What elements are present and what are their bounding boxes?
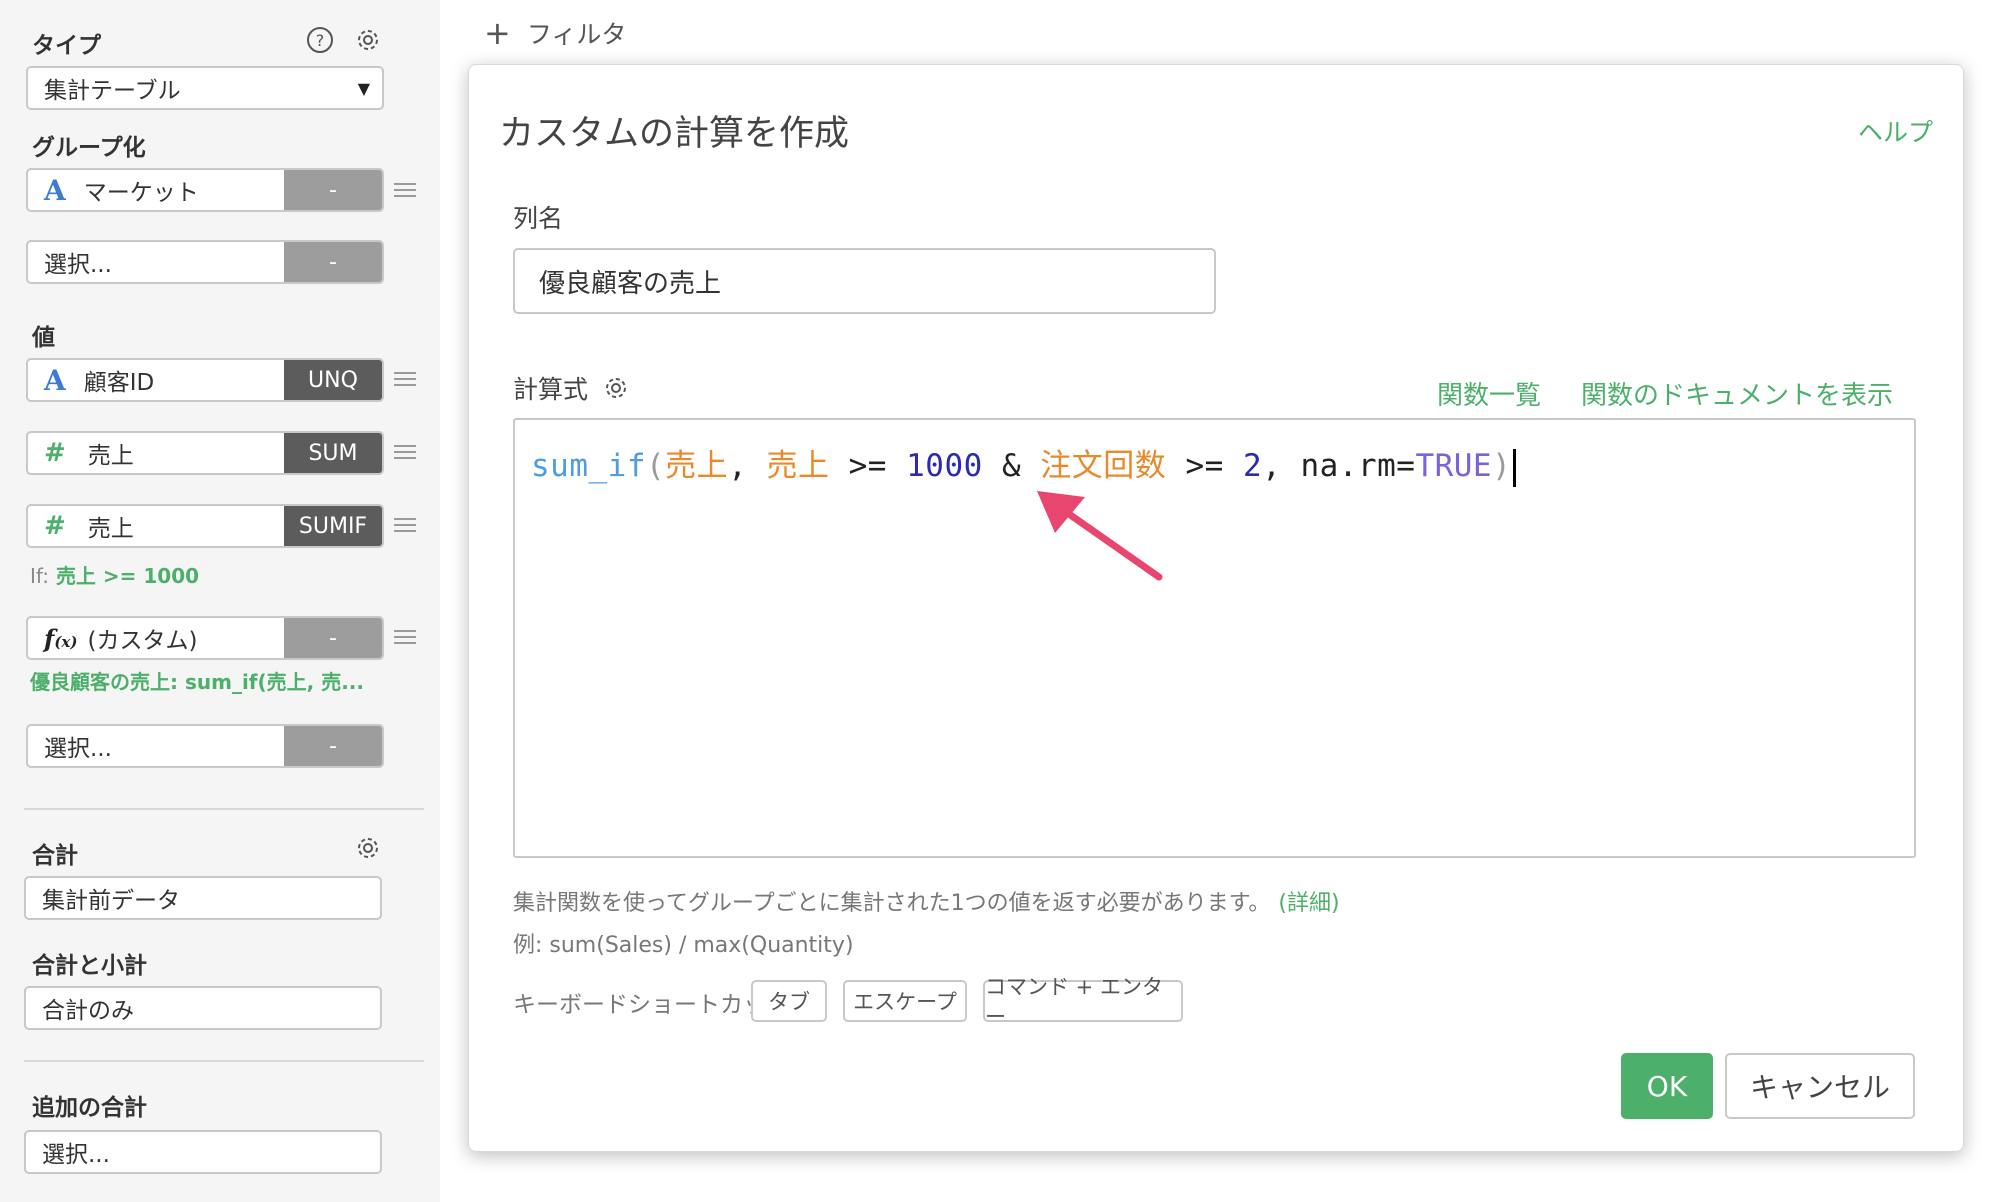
code-operator: >= [829,448,907,484]
if-condition: 売上 >= 1000 [55,564,200,588]
gear-icon[interactable] [602,374,630,402]
formula-example: 例: sum(Sales) / max(Quantity) [513,933,854,958]
type-select[interactable]: 集計テーブル ▼ [26,66,384,110]
code-argument: , na.rm= [1262,448,1416,484]
total-title: 合計 [32,843,78,869]
extra-total-title: 追加の合計 [32,1095,147,1121]
group-title: グループ化 [32,135,146,161]
drag-handle-icon[interactable] [394,445,416,459]
group-select-label: 選択... [44,252,112,278]
if-prefix: If: [30,564,49,588]
gear-icon[interactable] [354,834,382,862]
code-paren-close: ) [1492,448,1512,484]
group-select-item[interactable]: 選択... - [26,240,384,284]
group-item-market[interactable]: A マーケット - [26,168,384,212]
code-number: 2 [1242,448,1263,484]
value-item-label: 顧客ID [83,370,155,396]
code-operator: & [982,448,1041,484]
drag-handle-icon[interactable] [394,630,416,644]
divider [24,808,424,810]
value-agg-button[interactable]: SUM [284,433,382,473]
extra-total-select[interactable]: 選択... [24,1130,382,1174]
code-operator: >= [1166,448,1243,484]
formula-label-row: 計算式 [513,370,630,406]
ok-button[interactable]: OK [1621,1053,1713,1119]
filter-label: フィルタ [526,20,627,49]
function-icon: f(x) [44,623,78,653]
code-column: 売上 [665,448,729,484]
formula-code[interactable]: sum_if(売上, 売上 >= 1000 & 注文回数 >= 2, na.rm… [531,440,1517,487]
value-select-item[interactable]: 選択... - [26,724,384,768]
code-number: 1000 [906,448,983,484]
custom-formula-hint: 優良顧客の売上: sum_if(売上, 売... [30,670,364,694]
text-type-icon: A [44,363,66,397]
divider [24,1060,424,1062]
total-select[interactable]: 集計前データ [24,876,382,920]
add-filter-button[interactable]: + フィルタ [484,14,626,52]
details-link[interactable]: (詳細) [1278,891,1339,916]
code-separator: , [728,448,767,484]
group-item-label: マーケット [83,180,199,206]
value-item-label: 売上 [87,516,134,542]
shortcut-tab[interactable]: タブ [751,980,827,1022]
function-list-link[interactable]: 関数一覧 [1437,375,1541,412]
number-type-icon: # [44,438,66,468]
type-title: タイプ [32,33,101,59]
value-select-label: 選択... [44,736,112,762]
column-name-input[interactable]: 優良顧客の売上 [513,248,1216,314]
column-name-label: 列名 [513,204,564,233]
value-title: 値 [32,325,55,351]
subtotal-title: 合計と小計 [32,953,147,979]
custom-calc-dialog: カスタムの計算を作成 ヘルプ 列名 優良顧客の売上 計算式 関数一覧 関数のドキ… [468,64,1964,1152]
gear-icon[interactable] [354,26,382,54]
value-item-customer-id[interactable]: A 顧客ID UNQ [26,358,384,402]
drag-handle-icon[interactable] [394,518,416,532]
svg-text:?: ? [316,31,325,50]
function-docs-link[interactable]: 関数のドキュメントを表示 [1581,375,1893,412]
value-item-sales-sumif[interactable]: # 売上 SUMIF [26,504,384,548]
plus-icon: + [484,14,511,52]
group-select-agg[interactable]: - [284,242,382,282]
code-keyword: TRUE [1415,448,1493,484]
drag-handle-icon[interactable] [394,183,416,197]
dialog-title: カスタムの計算を作成 [499,114,850,154]
subtotal-select[interactable]: 合計のみ [24,986,382,1030]
sumif-condition: If: 売上 >= 1000 [30,560,199,589]
number-type-icon: # [44,511,66,541]
value-agg-button[interactable]: SUMIF [284,506,382,546]
value-agg-button[interactable]: UNQ [284,360,382,400]
value-select-agg[interactable]: - [284,726,382,766]
text-cursor [1513,448,1517,487]
shortcut-cmd-enter[interactable]: コマンド + エンター [983,975,1183,1029]
left-panel: タイプ ? 集計テーブル ▼ グループ化 A マーケット - 選択... - 値 … [0,0,440,1202]
text-type-icon: A [44,173,66,207]
description-text: 集計関数を使ってグループごとに集計された1つの値を返す必要があります。 [513,891,1271,916]
value-item-label: (カスタム) [87,628,198,654]
help-circle-icon[interactable]: ? [306,26,334,54]
chevron-down-icon: ▼ [357,78,370,98]
annotation-arrow-icon [1037,491,1163,581]
value-item-sales-sum[interactable]: # 売上 SUM [26,431,384,475]
shortcut-escape[interactable]: エスケープ [843,980,967,1022]
formula-description: 集計関数を使ってグループごとに集計された1つの値を返す必要があります。 (詳細) [513,885,1340,917]
group-agg-button[interactable]: - [284,170,382,210]
code-column: 注文回数 [1040,448,1167,484]
cancel-button[interactable]: キャンセル [1725,1053,1915,1119]
value-agg-button[interactable]: - [284,618,382,658]
drag-handle-icon[interactable] [394,372,416,386]
code-paren-open: ( [645,448,666,484]
code-function: sum_if [531,448,646,484]
code-column: 売上 [766,448,830,484]
formula-label: 計算式 [513,375,589,404]
formula-editor[interactable]: sum_if(売上, 売上 >= 1000 & 注文回数 >= 2, na.rm… [513,418,1916,858]
value-item-label: 売上 [87,443,134,469]
value-item-custom[interactable]: f(x) (カスタム) - [26,616,384,660]
type-select-value: 集計テーブル [44,78,181,104]
help-link[interactable]: ヘルプ [1858,113,1933,149]
